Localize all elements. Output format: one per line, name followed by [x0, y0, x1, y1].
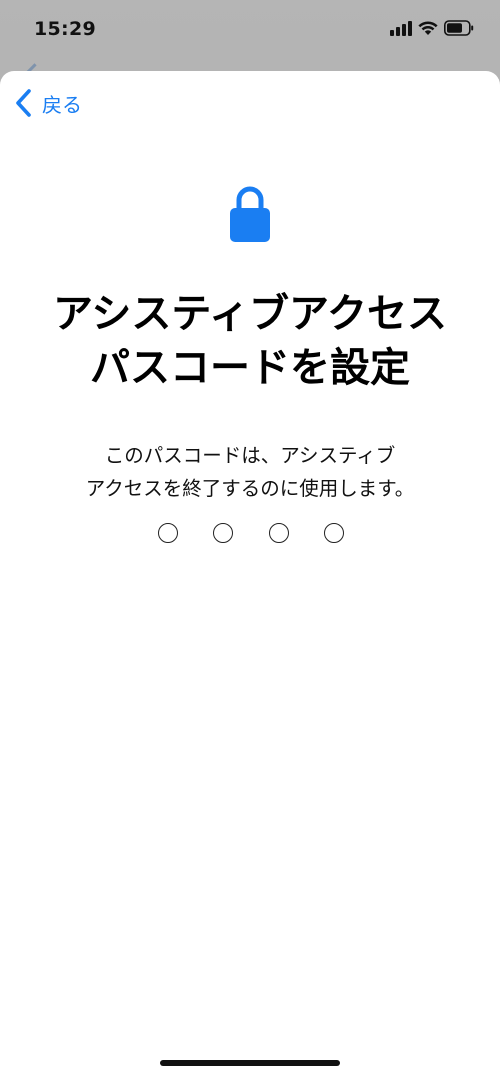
passcode-dot	[158, 523, 178, 543]
wifi-icon	[418, 21, 438, 35]
passcode-input[interactable]	[158, 523, 344, 543]
passcode-dot	[213, 523, 234, 543]
page-subtitle: このパスコードは、アシスティブ アクセスを終了するのに使用します。	[0, 439, 500, 505]
page-title-line-1: アシスティブアクセス	[53, 291, 447, 337]
home-indicator[interactable]	[160, 1060, 340, 1066]
status-bar: 15:29	[0, 0, 500, 62]
status-time: 15:29	[34, 18, 96, 40]
back-label: 戻る	[42, 92, 82, 117]
setup-sheet: 戻る アシスティブアクセス パスコードを設定 このパスコードは、アシスティブ ア…	[0, 71, 500, 1082]
chevron-left-icon	[16, 89, 31, 117]
page-title: アシスティブアクセス パスコードを設定	[0, 287, 500, 395]
passcode-dot	[323, 523, 344, 543]
lock-icon	[230, 186, 270, 242]
page-title-line-2: パスコードを設定	[90, 345, 410, 391]
page-subtitle-line-2: アクセスを終了するのに使用します。	[85, 477, 415, 500]
back-button[interactable]: 戻る	[14, 87, 82, 119]
page-subtitle-line-1: このパスコードは、アシスティブ	[104, 444, 396, 467]
battery-icon	[444, 20, 474, 36]
signal-icon	[390, 21, 412, 36]
passcode-dot	[268, 523, 289, 543]
status-icons	[390, 20, 474, 36]
